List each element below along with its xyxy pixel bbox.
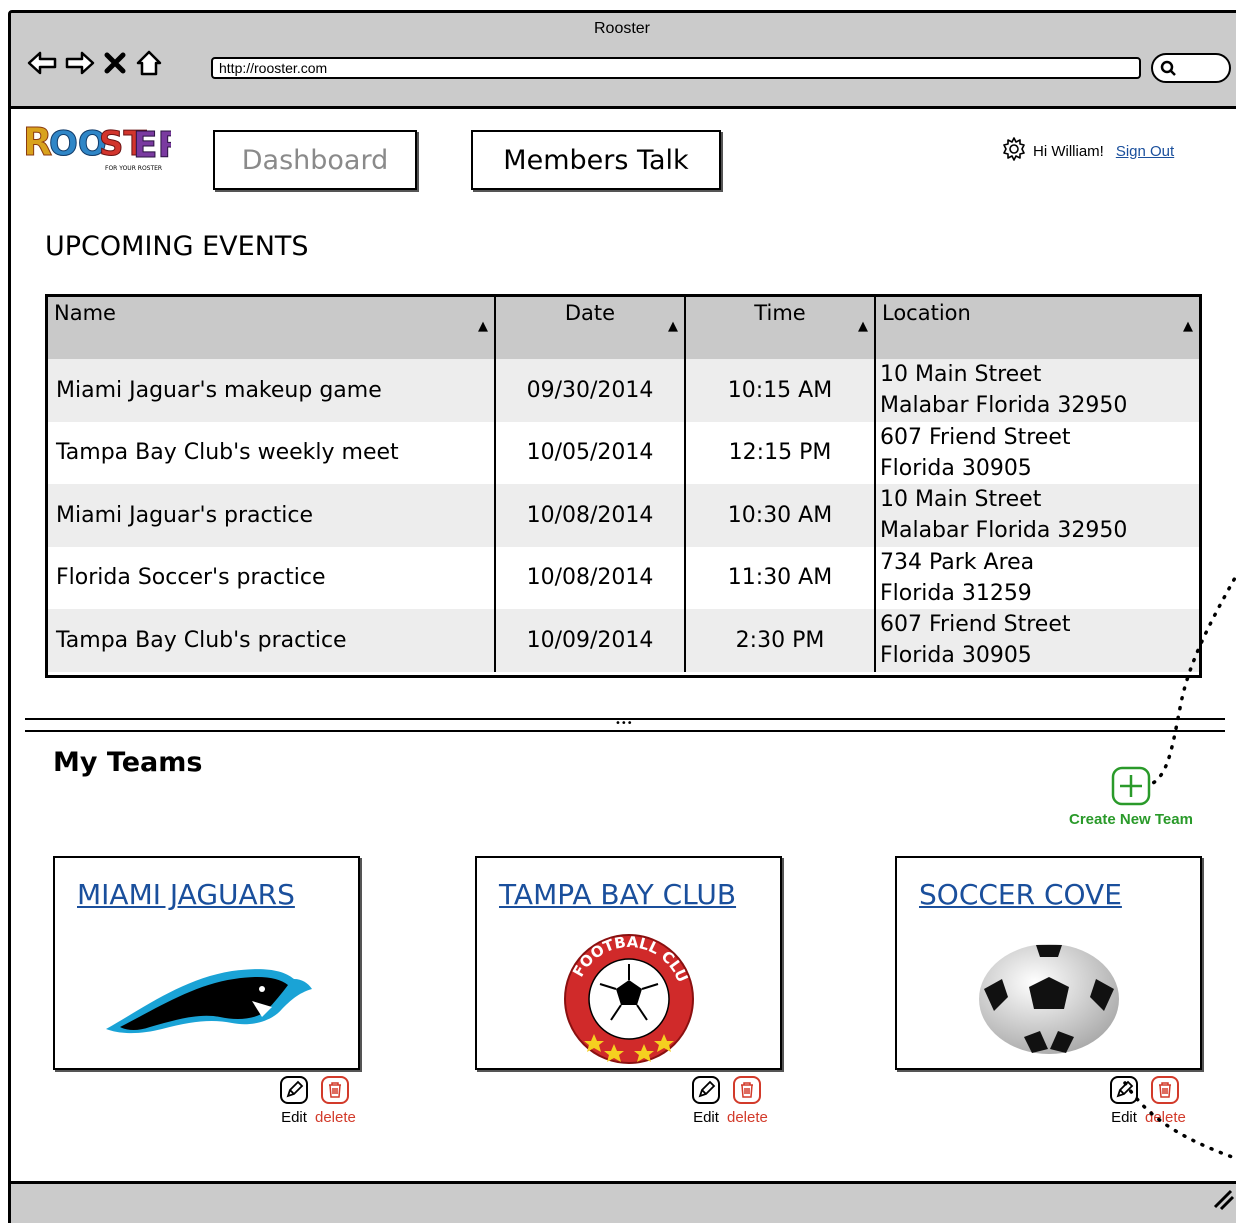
cell-date: 10/09/2014 <box>496 609 686 672</box>
cell-time: 11:30 AM <box>686 546 876 609</box>
members-talk-tab[interactable]: Members Talk <box>471 130 721 190</box>
team-actions: Edit delete <box>1109 1075 1186 1126</box>
url-input[interactable]: http://rooster.com <box>211 57 1141 79</box>
table-row[interactable]: Miami Jaguar's practice 10/08/2014 10:30… <box>48 484 1199 547</box>
edit-team-button[interactable]: Edit <box>1109 1075 1139 1126</box>
soccer-ball <box>897 934 1200 1064</box>
window-title: Rooster <box>593 20 651 37</box>
column-header-location[interactable]: Location ▲ <box>876 297 1199 359</box>
svg-text:FOR YOUR ROSTER: FOR YOUR ROSTER <box>105 165 162 172</box>
user-greeting: Hi William! <box>1033 142 1104 160</box>
cell-name: Miami Jaguar's makeup game <box>48 359 496 422</box>
team-name-link[interactable]: MIAMI JAGUARS <box>77 878 358 911</box>
browser-status-bar <box>11 1181 1236 1223</box>
pencil-icon <box>1109 1075 1139 1109</box>
trash-icon <box>315 1075 356 1109</box>
cell-name: Tampa Bay Club's practice <box>48 609 496 672</box>
upcoming-events-title: UPCOMING EVENTS <box>45 231 309 262</box>
forward-arrow-icon[interactable] <box>65 50 95 80</box>
trash-icon <box>727 1075 768 1109</box>
create-new-team-button[interactable]: Create New Team <box>1051 765 1211 828</box>
delete-team-button[interactable]: delete <box>1145 1075 1186 1126</box>
table-header: Name ▲ Date ▲ Time ▲ Location ▲ <box>48 297 1199 359</box>
cell-name: Tampa Bay Club's weekly meet <box>48 421 496 484</box>
panther-logo <box>55 934 358 1064</box>
sort-icon: ▲ <box>858 319 868 334</box>
football-club-badge: FOOTBALL CLUB <box>477 934 780 1064</box>
rooster-logo[interactable]: R OO ST ER FOR YOUR ROSTER <box>21 115 186 181</box>
table-row[interactable]: Tampa Bay Club's weekly meet 10/05/2014 … <box>48 421 1199 484</box>
home-icon[interactable] <box>135 49 163 81</box>
browser-toolbar: Rooster http://rooster.com <box>11 13 1236 109</box>
cell-name: Miami Jaguar's practice <box>48 484 496 547</box>
edit-team-button[interactable]: Edit <box>691 1075 721 1126</box>
cell-location: 734 Park Area Florida 31259 <box>880 549 1035 606</box>
dashboard-tab[interactable]: Dashboard <box>213 130 417 190</box>
trash-icon <box>1145 1075 1186 1109</box>
cell-date: 10/05/2014 <box>496 421 686 484</box>
plus-icon <box>1109 765 1153 811</box>
drag-handle-icon[interactable]: ••• <box>615 719 633 729</box>
my-teams-title: My Teams <box>53 747 203 778</box>
cell-location: 607 Friend Street Florida 30905 <box>880 424 1071 481</box>
delete-team-button[interactable]: delete <box>315 1075 356 1126</box>
cell-time: 10:30 AM <box>686 484 876 547</box>
cell-date: 09/30/2014 <box>496 359 686 422</box>
resize-grip-icon[interactable] <box>1211 1187 1235 1215</box>
cell-name: Florida Soccer's practice <box>48 546 496 609</box>
sort-icon: ▲ <box>478 319 488 334</box>
team-card-soccer-cove[interactable]: SOCCER COVE <box>895 856 1202 1070</box>
create-new-team-label: Create New Team <box>1069 811 1193 828</box>
cell-time: 12:15 PM <box>686 421 876 484</box>
sort-icon: ▲ <box>1183 319 1193 334</box>
edit-team-button[interactable]: Edit <box>279 1075 309 1126</box>
table-row[interactable]: Florida Soccer's practice 10/08/2014 11:… <box>48 546 1199 609</box>
search-icon <box>1159 59 1177 81</box>
pencil-icon <box>691 1075 721 1109</box>
team-name-link[interactable]: TAMPA BAY CLUB <box>499 878 780 911</box>
browser-window: Rooster http://rooster.com R OO ST E FOR… <box>8 10 1236 1223</box>
table-row[interactable]: Tampa Bay Club's practice 10/09/2014 2:3… <box>48 609 1199 672</box>
column-header-date[interactable]: Date ▲ <box>496 297 686 359</box>
team-name-link[interactable]: SOCCER COVE <box>919 878 1200 911</box>
cell-location: 607 Friend Street Florida 30905 <box>880 612 1071 669</box>
events-table: Name ▲ Date ▲ Time ▲ Location ▲ Miami Jaguar… <box>45 294 1202 678</box>
column-header-time[interactable]: Time ▲ <box>686 297 876 359</box>
cell-date: 10/08/2014 <box>496 546 686 609</box>
table-row[interactable]: Miami Jaguar's makeup game 09/30/2014 10… <box>48 359 1199 422</box>
gear-icon[interactable] <box>1001 136 1027 166</box>
cell-date: 10/08/2014 <box>496 484 686 547</box>
pencil-icon <box>279 1075 309 1109</box>
delete-team-button[interactable]: delete <box>727 1075 768 1126</box>
sort-icon: ▲ <box>668 319 678 334</box>
user-area: Hi William! Sign Out <box>1001 136 1174 166</box>
stop-icon[interactable] <box>103 51 127 79</box>
back-arrow-icon[interactable] <box>27 50 57 80</box>
cell-time: 10:15 AM <box>686 359 876 422</box>
browser-search-button[interactable] <box>1151 53 1231 83</box>
svg-text:R: R <box>23 120 52 164</box>
cell-location: 10 Main Street Malabar Florida 32950 <box>880 362 1128 419</box>
cell-time: 2:30 PM <box>686 609 876 672</box>
team-card-miami-jaguars[interactable]: MIAMI JAGUARS <box>53 856 360 1070</box>
team-card-tampa-bay-club[interactable]: TAMPA BAY CLUB FOOTBALL CLUB <box>475 856 782 1070</box>
column-header-name[interactable]: Name ▲ <box>48 297 496 359</box>
sign-out-link[interactable]: Sign Out <box>1116 143 1174 160</box>
team-actions: Edit delete <box>691 1075 768 1126</box>
cell-location: 10 Main Street Malabar Florida 32950 <box>880 487 1128 544</box>
team-actions: Edit delete <box>279 1075 356 1126</box>
svg-text:ER: ER <box>133 125 171 166</box>
nav-controls <box>27 49 163 81</box>
section-splitter[interactable]: ••• <box>25 718 1225 732</box>
